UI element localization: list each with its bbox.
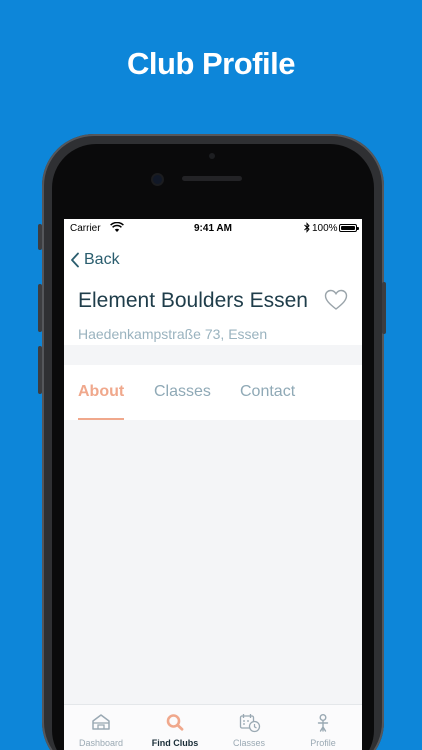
promo-title: Club Profile (127, 46, 295, 81)
front-camera (153, 175, 162, 184)
tab-find-clubs[interactable]: Find Clubs (138, 705, 212, 750)
tab-contact[interactable]: Contact (240, 383, 295, 401)
tab-dashboard[interactable]: Dashboard (64, 705, 138, 750)
silent-switch (38, 224, 42, 250)
house-icon (92, 714, 110, 730)
app-screen: Carrier 9:41 AM 100% Back Element Boulde… (64, 219, 362, 750)
search-icon (166, 714, 184, 731)
tab-find-clubs-label: Find Clubs (151, 738, 199, 748)
calendar-clock-icon (239, 714, 261, 733)
bluetooth-icon (304, 222, 310, 233)
tab-classes-bottom[interactable]: Classes (212, 705, 286, 750)
club-name: Element Boulders Essen (78, 289, 308, 312)
tab-dashboard-label: Dashboard (78, 738, 124, 748)
volume-down-button (38, 346, 42, 394)
chevron-left-icon (71, 252, 79, 268)
status-bar: Carrier 9:41 AM 100% (64, 219, 362, 239)
tab-bar-top: About Classes Contact (64, 365, 362, 420)
earpiece-speaker (182, 176, 242, 181)
tab-classes[interactable]: Classes (154, 383, 211, 401)
front-sensor (209, 153, 215, 159)
volume-up-button (38, 284, 42, 332)
back-button[interactable]: Back (70, 249, 120, 271)
club-address: Haedenkampstraße 73, Essen (78, 326, 268, 342)
tab-profile-label: Profile (310, 738, 336, 748)
section-divider (64, 345, 362, 365)
heart-icon[interactable] (324, 289, 348, 311)
status-battery-percent: 100% (312, 223, 338, 234)
power-button (382, 282, 386, 334)
tab-classes-bottom-label: Classes (232, 738, 265, 748)
bottom-tab-bar: Dashboard Find Clubs Classes Profile (64, 704, 362, 750)
person-icon (317, 714, 329, 732)
tab-about[interactable]: About (78, 383, 124, 401)
battery-icon (339, 224, 359, 232)
tab-profile[interactable]: Profile (286, 705, 360, 750)
tab-content-area (64, 420, 362, 704)
back-label: Back (84, 251, 120, 268)
